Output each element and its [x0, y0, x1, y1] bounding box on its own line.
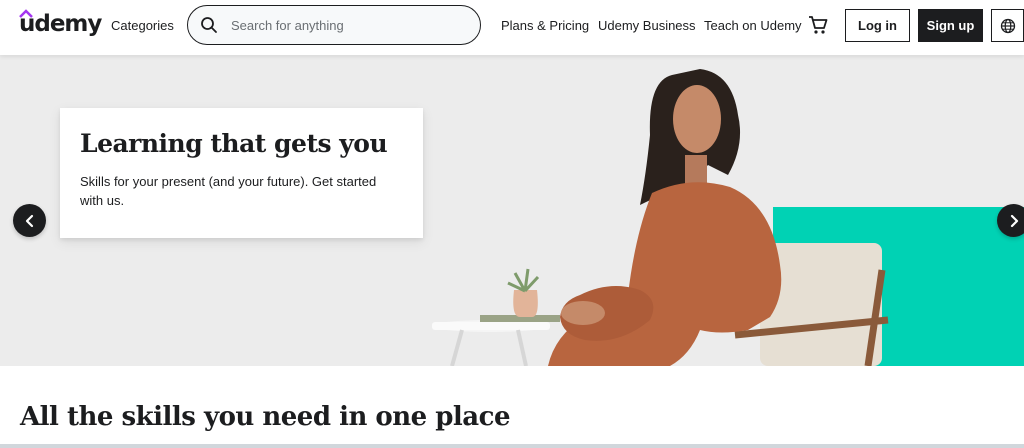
carousel-prev-button[interactable]	[13, 204, 46, 237]
udemy-logo[interactable]: udemy	[19, 9, 102, 45]
chevron-left-icon	[25, 214, 33, 227]
udemy-business-link[interactable]: Udemy Business	[598, 18, 696, 33]
section-heading: All the skills you need in one place	[20, 402, 511, 432]
logo-text: udemy	[19, 11, 102, 37]
hero-title: Learning that gets you	[80, 129, 388, 158]
cart-icon[interactable]	[807, 14, 829, 36]
categories-link[interactable]: Categories	[111, 18, 174, 33]
signup-button[interactable]: Sign up	[918, 9, 983, 42]
hero-subtitle: Skills for your present (and your future…	[80, 174, 377, 208]
hero-banner: Learning that gets you Skills for your p…	[0, 55, 1024, 366]
carousel-next-button[interactable]	[997, 204, 1024, 237]
language-button[interactable]	[991, 9, 1024, 42]
plans-pricing-link[interactable]: Plans & Pricing	[501, 18, 589, 33]
login-button[interactable]: Log in	[845, 9, 910, 42]
globe-icon	[1000, 18, 1015, 33]
search-bar[interactable]	[187, 5, 481, 45]
top-navbar: udemy Categories Plans & Pricing Udemy B…	[0, 0, 1024, 55]
search-input[interactable]	[231, 15, 461, 35]
section-divider	[0, 444, 1024, 448]
hero-card: Learning that gets you Skills for your p…	[60, 108, 423, 238]
chevron-right-icon	[1010, 214, 1018, 227]
search-icon[interactable]	[200, 16, 218, 34]
teach-on-udemy-link[interactable]: Teach on Udemy	[704, 18, 802, 33]
